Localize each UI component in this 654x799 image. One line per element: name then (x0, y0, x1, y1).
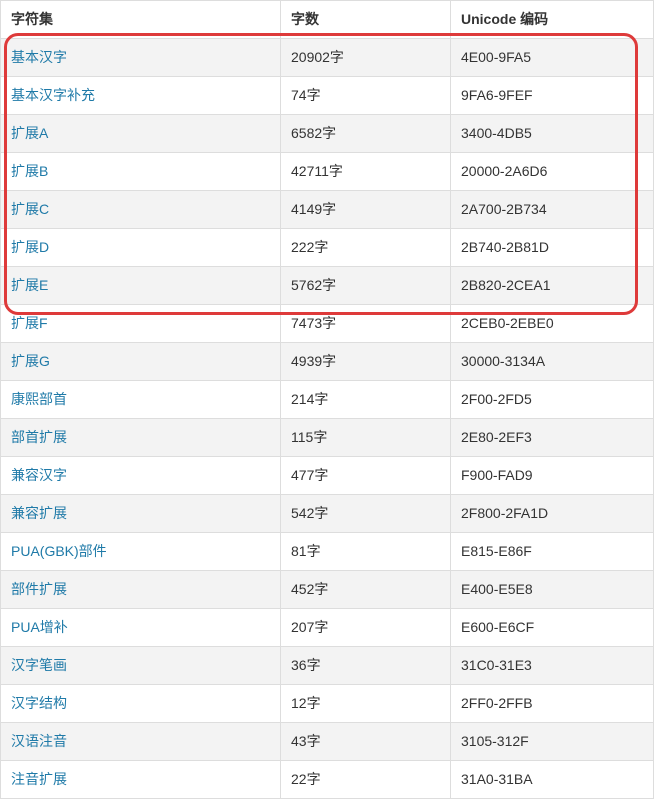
char-count: 452字 (281, 571, 451, 609)
unicode-range: 2FF0-2FFB (451, 685, 654, 723)
unicode-range: 30000-3134A (451, 343, 654, 381)
charset-link[interactable]: 部件扩展 (11, 581, 67, 597)
charset-link[interactable]: 汉语注音 (11, 733, 67, 749)
table-row: 基本汉字补充 74字9FA6-9FEF (1, 77, 654, 115)
char-count: 12字 (281, 685, 451, 723)
table-row: 扩展D 222字2B740-2B81D (1, 229, 654, 267)
charset-link[interactable]: 部首扩展 (11, 429, 67, 445)
char-count: 42711字 (281, 153, 451, 191)
char-count: 4939字 (281, 343, 451, 381)
char-count: 207字 (281, 609, 451, 647)
char-count: 4149字 (281, 191, 451, 229)
unicode-range: 2CEB0-2EBE0 (451, 305, 654, 343)
table-row: 部首扩展 115字2E80-2EF3 (1, 419, 654, 457)
table-row: 汉字结构 12字2FF0-2FFB (1, 685, 654, 723)
table-row: PUA增补 207字E600-E6CF (1, 609, 654, 647)
unicode-range: E400-E5E8 (451, 571, 654, 609)
table-row: 扩展F 7473字2CEB0-2EBE0 (1, 305, 654, 343)
unicode-range: 31C0-31E3 (451, 647, 654, 685)
char-count: 36字 (281, 647, 451, 685)
char-count: 477字 (281, 457, 451, 495)
unicode-range: 3105-312F (451, 723, 654, 761)
table-row: 扩展E 5762字2B820-2CEA1 (1, 267, 654, 305)
unicode-range: 2F00-2FD5 (451, 381, 654, 419)
char-count: 115字 (281, 419, 451, 457)
table-row: 康熙部首 214字2F00-2FD5 (1, 381, 654, 419)
header-count: 字数 (281, 1, 451, 39)
unicode-range: 2B740-2B81D (451, 229, 654, 267)
unicode-range: 4E00-9FA5 (451, 39, 654, 77)
char-count: 20902字 (281, 39, 451, 77)
char-count: 6582字 (281, 115, 451, 153)
unicode-range: 9FA6-9FEF (451, 77, 654, 115)
charset-link[interactable]: 汉字结构 (11, 695, 67, 711)
table-row: 兼容扩展 542字2F800-2FA1D (1, 495, 654, 533)
charset-link[interactable]: PUA(GBK)部件 (11, 543, 107, 559)
char-count: 214字 (281, 381, 451, 419)
charset-link[interactable]: 康熙部首 (11, 391, 67, 407)
table-row: 扩展B 42711字20000-2A6D6 (1, 153, 654, 191)
table-row: 扩展A 6582字3400-4DB5 (1, 115, 654, 153)
char-count: 7473字 (281, 305, 451, 343)
table-row: 兼容汉字 477字F900-FAD9 (1, 457, 654, 495)
table-row: 部件扩展 452字E400-E5E8 (1, 571, 654, 609)
charset-link[interactable]: PUA增补 (11, 619, 68, 635)
charset-link[interactable]: 扩展E (11, 277, 48, 293)
header-charset: 字符集 (1, 1, 281, 39)
charset-table: 字符集 字数 Unicode 编码 基本汉字20902字4E00-9FA5基本汉… (0, 0, 654, 799)
unicode-range: 2A700-2B734 (451, 191, 654, 229)
charset-link[interactable]: 扩展B (11, 163, 48, 179)
unicode-range: 2F800-2FA1D (451, 495, 654, 533)
charset-link[interactable]: 扩展C (11, 201, 49, 217)
unicode-range: 2B820-2CEA1 (451, 267, 654, 305)
char-count: 81字 (281, 533, 451, 571)
charset-link[interactable]: 汉字笔画 (11, 657, 67, 673)
charset-link[interactable]: 注音扩展 (11, 771, 67, 787)
table-row: 汉字笔画 36字31C0-31E3 (1, 647, 654, 685)
table-row: 扩展G 4939字30000-3134A (1, 343, 654, 381)
header-code: Unicode 编码 (451, 1, 654, 39)
charset-link[interactable]: 基本汉字 (11, 49, 67, 65)
table-row: 扩展C 4149字2A700-2B734 (1, 191, 654, 229)
unicode-range: 3400-4DB5 (451, 115, 654, 153)
char-count: 222字 (281, 229, 451, 267)
unicode-range: 31A0-31BA (451, 761, 654, 799)
table-row: PUA(GBK)部件 81字E815-E86F (1, 533, 654, 571)
char-count: 5762字 (281, 267, 451, 305)
charset-link[interactable]: 基本汉字补充 (11, 87, 95, 103)
charset-link[interactable]: 扩展G (11, 353, 50, 369)
charset-link[interactable]: 扩展F (11, 315, 48, 331)
charset-link[interactable]: 扩展A (11, 125, 48, 141)
table-row: 基本汉字 20902字4E00-9FA5 (1, 39, 654, 77)
table-row: 注音扩展 22字31A0-31BA (1, 761, 654, 799)
char-count: 22字 (281, 761, 451, 799)
unicode-range: 20000-2A6D6 (451, 153, 654, 191)
unicode-range: E815-E86F (451, 533, 654, 571)
char-count: 43字 (281, 723, 451, 761)
table-header-row: 字符集 字数 Unicode 编码 (1, 1, 654, 39)
char-count: 542字 (281, 495, 451, 533)
unicode-range: 2E80-2EF3 (451, 419, 654, 457)
unicode-range: E600-E6CF (451, 609, 654, 647)
charset-link[interactable]: 兼容扩展 (11, 505, 67, 521)
charset-link[interactable]: 兼容汉字 (11, 467, 67, 483)
charset-link[interactable]: 扩展D (11, 239, 49, 255)
unicode-range: F900-FAD9 (451, 457, 654, 495)
char-count: 74字 (281, 77, 451, 115)
table-row: 汉语注音 43字3105-312F (1, 723, 654, 761)
